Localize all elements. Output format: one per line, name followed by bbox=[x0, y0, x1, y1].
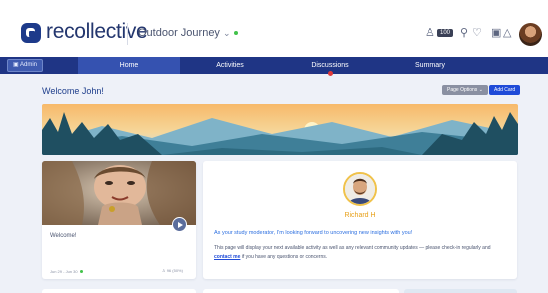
moderator-heading: As your study moderator, I'm looking for… bbox=[214, 230, 413, 236]
moderator-body-end: if you have any questions or concerns. bbox=[240, 254, 328, 260]
participant-count: ♙ 96 (50%) bbox=[162, 268, 183, 273]
brand-name[interactable]: recollective bbox=[46, 20, 148, 44]
top-header: recollective Outdoor Journey ⌄ ♙ 100 ⚲ ♡ … bbox=[0, 0, 548, 57]
chevron-down-icon: ⌄ bbox=[222, 28, 231, 38]
admin-icon: ▣ bbox=[13, 62, 21, 68]
moderator-avatar bbox=[343, 172, 377, 206]
status-dot bbox=[79, 270, 83, 274]
main-nav: ▣ Admin Home Activities Discussions Summ… bbox=[0, 57, 548, 74]
status-dot bbox=[234, 31, 239, 36]
notification-dot bbox=[328, 71, 333, 76]
add-card-button[interactable]: Add Card bbox=[489, 85, 521, 95]
video-thumbnail[interactable] bbox=[42, 161, 196, 225]
search-icon[interactable]: ⚲ bbox=[460, 28, 468, 39]
play-button[interactable] bbox=[172, 217, 187, 232]
nav-item-home[interactable]: Home bbox=[78, 57, 180, 74]
page-title: Welcome John! bbox=[42, 86, 104, 96]
video-date-text: Jun 29 - Jun 30 bbox=[50, 269, 78, 274]
user-icon[interactable]: ♙ bbox=[425, 28, 435, 39]
next-card-left bbox=[42, 289, 196, 293]
project-name: Outdoor Journey bbox=[138, 27, 220, 39]
chevron-down-icon: ⌄ bbox=[478, 87, 483, 93]
moderator-name: Richard H bbox=[344, 212, 376, 219]
moderator-body-start: This page will display your next availab… bbox=[214, 245, 491, 251]
nav-item-activities[interactable]: Activities bbox=[180, 57, 280, 74]
next-card-right bbox=[404, 289, 517, 293]
nav-item-summary[interactable]: Summary bbox=[380, 57, 480, 74]
recollective-logo-icon[interactable] bbox=[21, 23, 41, 43]
next-card-middle bbox=[203, 289, 399, 293]
admin-button[interactable]: ▣ Admin bbox=[7, 59, 44, 72]
page-options-button[interactable]: Page Options ⌄ bbox=[442, 85, 488, 95]
bell-icon[interactable]: △ bbox=[503, 28, 511, 39]
badge-count: 100 bbox=[437, 29, 454, 37]
video-title: Welcome! bbox=[50, 233, 77, 239]
contact-link[interactable]: contact me bbox=[214, 254, 240, 260]
moderator-body: This page will display your next availab… bbox=[214, 244, 509, 262]
admin-label: Admin bbox=[20, 62, 38, 68]
project-selector[interactable]: Outdoor Journey ⌄ bbox=[138, 27, 239, 39]
heart-icon[interactable]: ♡ bbox=[472, 28, 482, 39]
user-avatar[interactable] bbox=[519, 23, 542, 46]
participant-count-value: 96 (50%) bbox=[166, 268, 183, 273]
video-date: Jun 29 - Jun 30 bbox=[50, 269, 83, 274]
lock-icon[interactable]: ▣ bbox=[491, 28, 501, 39]
banner-image bbox=[42, 104, 518, 155]
page-options-label: Page Options bbox=[447, 87, 478, 93]
header-divider bbox=[127, 23, 128, 45]
